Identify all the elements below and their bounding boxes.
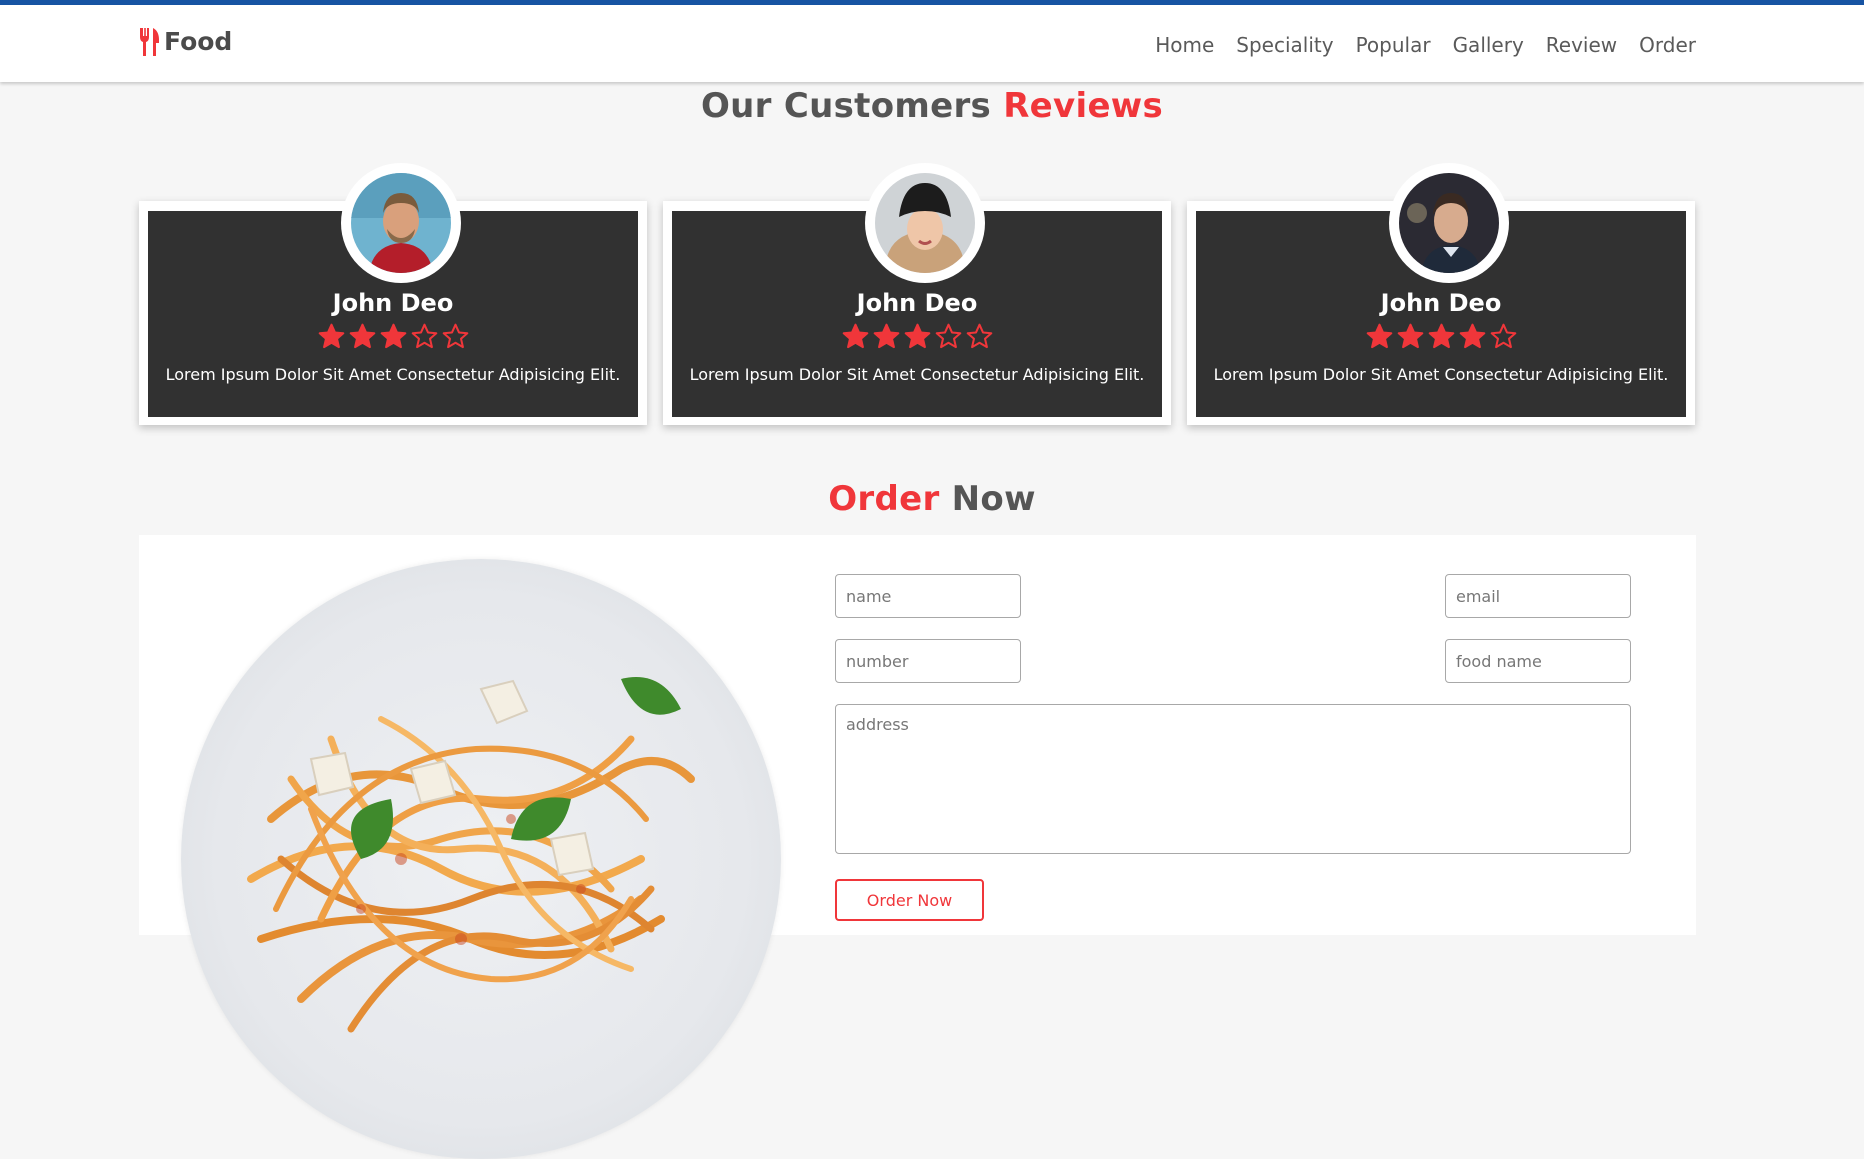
- star-filled-icon: [1366, 323, 1392, 349]
- review-card-1: John Deo Lorem Ipsum Dolor Sit Amet Cons…: [139, 163, 647, 425]
- star-filled-icon: [842, 323, 868, 349]
- order-heading-accent: Order: [828, 479, 940, 519]
- avatar-frame: [1389, 163, 1509, 283]
- star-empty-icon: [411, 323, 437, 349]
- avatar-3: [1399, 173, 1499, 273]
- star-empty-icon: [1490, 323, 1516, 349]
- order-heading: Order Now: [0, 479, 1864, 519]
- avatar-1: [351, 173, 451, 273]
- star-filled-icon: [1428, 323, 1454, 349]
- reviewer-name: John Deo: [332, 289, 454, 317]
- star-rating: [148, 323, 638, 350]
- utensils-icon: [140, 27, 159, 56]
- site-header: Food Home Speciality Popular Gallery Rev…: [0, 5, 1864, 82]
- review-text: Lorem Ipsum Dolor Sit Amet Consectetur A…: [165, 365, 621, 384]
- reviews-heading-main: Our Customers: [700, 86, 1004, 126]
- nav-review[interactable]: Review: [1546, 33, 1617, 57]
- avatar-frame: [341, 163, 461, 283]
- number-input[interactable]: [835, 639, 1021, 683]
- nav-gallery[interactable]: Gallery: [1453, 33, 1524, 57]
- star-filled-icon: [1459, 323, 1485, 349]
- star-rating: [1196, 323, 1686, 350]
- avatar-frame: [865, 163, 985, 283]
- nav-home[interactable]: Home: [1155, 33, 1214, 57]
- review-text: Lorem Ipsum Dolor Sit Amet Consectetur A…: [1213, 365, 1669, 384]
- order-panel: [139, 535, 1696, 1159]
- star-filled-icon: [904, 323, 930, 349]
- star-filled-icon: [873, 323, 899, 349]
- brand-name: Food: [164, 27, 233, 56]
- person-photo-icon: [1399, 173, 1499, 273]
- review-card-body: John Deo Lorem Ipsum Dolor Sit Amet Cons…: [1196, 163, 1686, 417]
- review-card-body: John Deo Lorem Ipsum Dolor Sit Amet Cons…: [148, 163, 638, 417]
- review-card-2: John Deo Lorem Ipsum Dolor Sit Amet Cons…: [663, 163, 1171, 425]
- person-photo-icon: [351, 173, 451, 273]
- star-filled-icon: [380, 323, 406, 349]
- reviews-heading: Our Customers Reviews: [0, 86, 1864, 126]
- reviewer-name: John Deo: [1380, 289, 1502, 317]
- star-empty-icon: [935, 323, 961, 349]
- review-text: Lorem Ipsum Dolor Sit Amet Consectetur A…: [689, 365, 1145, 384]
- person-photo-icon: [875, 173, 975, 273]
- address-textarea[interactable]: [835, 704, 1631, 854]
- review-card-body: John Deo Lorem Ipsum Dolor Sit Amet Cons…: [672, 163, 1162, 417]
- order-now-button[interactable]: Order Now: [835, 879, 984, 921]
- reviewer-name: John Deo: [856, 289, 978, 317]
- star-filled-icon: [349, 323, 375, 349]
- star-empty-icon: [442, 323, 468, 349]
- name-input[interactable]: [835, 574, 1021, 618]
- star-rating: [672, 323, 1162, 350]
- spaghetti-icon: [247, 677, 695, 1033]
- avatar-2: [875, 173, 975, 273]
- brand-logo[interactable]: Food: [138, 27, 232, 56]
- reviews-heading-accent: Reviews: [1003, 86, 1164, 126]
- star-empty-icon: [966, 323, 992, 349]
- email-input[interactable]: [1445, 574, 1631, 618]
- nav-order[interactable]: Order: [1639, 33, 1696, 57]
- spaghetti-dish-image: [181, 559, 781, 1159]
- food-name-input[interactable]: [1445, 639, 1631, 683]
- main-nav: Home Speciality Popular Gallery Review O…: [1155, 33, 1696, 57]
- review-card-3: John Deo Lorem Ipsum Dolor Sit Amet Cons…: [1187, 163, 1695, 425]
- nav-speciality[interactable]: Speciality: [1236, 33, 1333, 57]
- star-filled-icon: [1397, 323, 1423, 349]
- star-filled-icon: [318, 323, 344, 349]
- order-heading-main: Now: [939, 479, 1036, 519]
- nav-popular[interactable]: Popular: [1356, 33, 1431, 57]
